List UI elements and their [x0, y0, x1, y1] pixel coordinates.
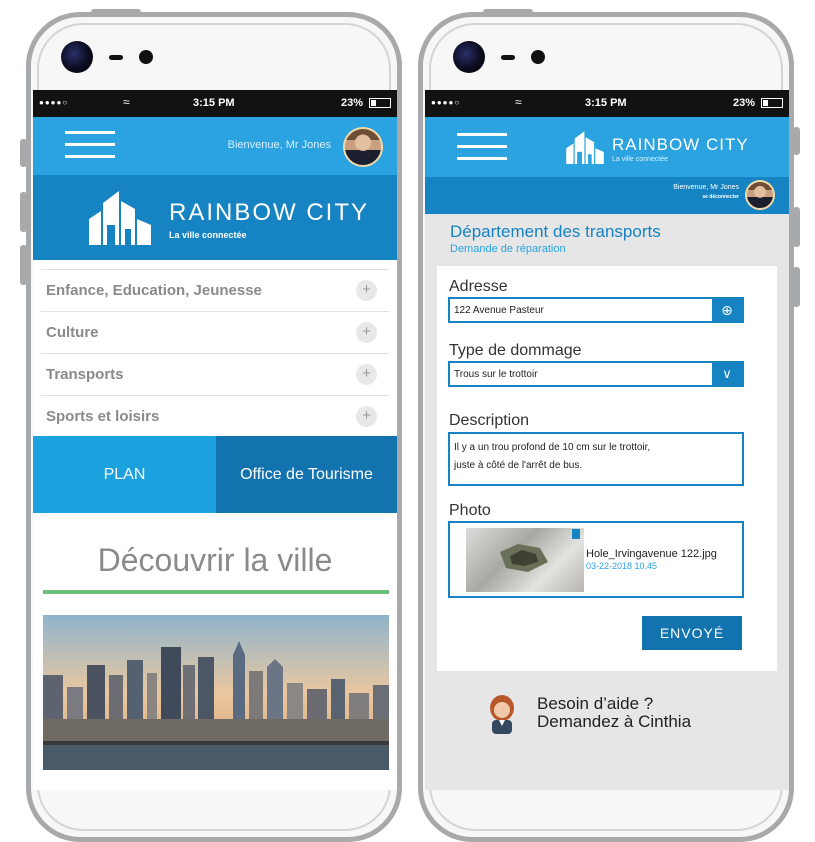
- battery-icon: [761, 98, 783, 108]
- hamburger-menu-icon[interactable]: [457, 133, 507, 163]
- photo-filename: Hole_Irvingavenue 122.jpg: [586, 548, 717, 560]
- proximity-sensor: [139, 50, 153, 64]
- status-bar: ●●●●○ ≈ 3:15 PM 23%: [33, 90, 397, 117]
- battery-icon: [369, 98, 391, 108]
- brand-title: RAINBOW CITY: [612, 135, 749, 154]
- address-value: 122 Avenue Pasteur: [454, 305, 544, 316]
- side-button: [793, 267, 800, 307]
- mute-switch: [20, 139, 27, 167]
- expand-plus-icon[interactable]: +: [356, 280, 377, 301]
- side-button: [793, 127, 800, 155]
- repair-request-page: Département des transports Demande de ré…: [425, 214, 789, 790]
- logout-link[interactable]: se déconnecter: [702, 194, 739, 200]
- city-logo-icon: [87, 189, 153, 245]
- menu-item-label: Transports: [46, 366, 124, 383]
- welcome-text: Bienvenue, Mr Jones: [227, 139, 331, 151]
- photo-timestamp: 03-22-2018 10.45: [586, 561, 658, 571]
- description-textarea[interactable]: Il y a un trou profond de 10 cm sur le t…: [448, 432, 744, 486]
- address-label: Adresse: [449, 278, 508, 295]
- city-skyline-image[interactable]: [43, 615, 389, 770]
- signal-icon: ●●●●○: [39, 98, 69, 107]
- discover-heading: Découvrir la ville: [97, 542, 333, 578]
- submit-button[interactable]: ENVOYÉ: [642, 616, 742, 650]
- photo-upload-box[interactable]: Hole_Irvingavenue 122.jpg 03-22-2018 10.…: [448, 521, 744, 598]
- volume-up-button: [20, 192, 27, 232]
- phone-right: ●●●●○ ≈ 3:15 PM 23% RAINBOW CITY La vill…: [418, 9, 800, 842]
- city-logo-icon: [565, 130, 605, 164]
- description-label: Description: [449, 412, 530, 429]
- wifi-icon: ≈: [123, 95, 130, 109]
- menu-item-sports[interactable]: Sports et loisirs +: [41, 396, 389, 438]
- app-header: RAINBOW CITY La ville connectée: [425, 117, 789, 177]
- phone-left: ●●●●○ ≈ 3:15 PM 23% Bienvenue, Mr Jones: [20, 9, 402, 842]
- category-menu: Enfance, Education, Jeunesse + Culture +…: [33, 270, 397, 438]
- battery-percent: 23%: [732, 97, 755, 109]
- menu-item-enfance[interactable]: Enfance, Education, Jeunesse +: [41, 270, 389, 312]
- menu-item-label: Culture: [46, 324, 99, 341]
- proximity-sensor: [531, 50, 545, 64]
- menu-item-label: Sports et loisirs: [46, 408, 160, 425]
- brand-title: RAINBOW CITY: [169, 199, 370, 226]
- expand-plus-icon[interactable]: +: [356, 364, 377, 385]
- description-line: juste à côté de l'arrêt de bus.: [454, 460, 583, 471]
- department-subtitle: Demande de réparation: [450, 243, 566, 255]
- welcome-text: Bienvenue, Mr Jones: [673, 184, 739, 191]
- user-bar: Bienvenue, Mr Jones se déconnecter: [425, 177, 789, 214]
- status-time: 3:15 PM: [193, 97, 235, 109]
- app-header: Bienvenue, Mr Jones: [33, 117, 397, 175]
- screen: ●●●●○ ≈ 3:15 PM 23% Bienvenue, Mr Jones: [33, 90, 397, 790]
- expand-plus-icon[interactable]: +: [356, 322, 377, 343]
- menu-item-transports[interactable]: Transports +: [41, 354, 389, 396]
- photo-label: Photo: [449, 502, 491, 519]
- earpiece-speaker: [109, 55, 123, 60]
- damage-type-value: Trous sur le trottoir: [454, 369, 538, 380]
- photo-thumbnail[interactable]: [466, 528, 584, 592]
- user-avatar[interactable]: [343, 127, 383, 167]
- repair-form: Adresse 122 Avenue Pasteur ⊕ Type de dom…: [437, 266, 777, 671]
- help-assistant-link[interactable]: Demandez à Cinthia: [537, 712, 691, 732]
- plan-button[interactable]: PLAN: [33, 436, 216, 513]
- power-button: [483, 9, 533, 15]
- locate-crosshair-icon[interactable]: ⊕: [712, 299, 742, 321]
- front-camera: [453, 41, 485, 73]
- damage-type-select[interactable]: Trous sur le trottoir ∨: [448, 361, 744, 387]
- brand-subtitle: La ville connectée: [612, 156, 669, 163]
- trash-icon[interactable]: [572, 529, 580, 539]
- earpiece-speaker: [501, 55, 515, 60]
- power-button: [91, 9, 141, 15]
- help-question[interactable]: Besoin d’aide ?: [537, 694, 653, 714]
- signal-icon: ●●●●○: [431, 98, 461, 107]
- department-title: Département des transports: [450, 222, 661, 241]
- damage-type-label: Type de dommage: [449, 342, 582, 359]
- user-avatar[interactable]: [745, 180, 775, 210]
- description-line: Il y a un trou profond de 10 cm sur le t…: [454, 442, 651, 453]
- brand-banner: RAINBOW CITY La ville connectée: [33, 175, 397, 260]
- address-field[interactable]: 122 Avenue Pasteur ⊕: [448, 297, 744, 323]
- front-camera: [61, 41, 93, 73]
- status-bar: ●●●●○ ≈ 3:15 PM 23%: [425, 90, 789, 117]
- menu-item-label: Enfance, Education, Jeunesse: [46, 282, 262, 299]
- screen: ●●●●○ ≈ 3:15 PM 23% RAINBOW CITY La vill…: [425, 90, 789, 790]
- chevron-down-icon[interactable]: ∨: [712, 363, 742, 385]
- battery-percent: 23%: [340, 97, 363, 109]
- heading-underline: [43, 590, 389, 594]
- menu-item-culture[interactable]: Culture +: [41, 312, 389, 354]
- brand-subtitle: La ville connectée: [169, 230, 247, 240]
- tourism-office-button[interactable]: Office de Tourisme: [216, 436, 397, 513]
- side-button: [793, 207, 800, 247]
- hamburger-menu-icon[interactable]: [65, 131, 115, 161]
- expand-plus-icon[interactable]: +: [356, 406, 377, 427]
- assistant-avatar-icon[interactable]: [487, 694, 517, 734]
- status-time: 3:15 PM: [585, 97, 627, 109]
- volume-down-button: [20, 245, 27, 285]
- wifi-icon: ≈: [515, 95, 522, 109]
